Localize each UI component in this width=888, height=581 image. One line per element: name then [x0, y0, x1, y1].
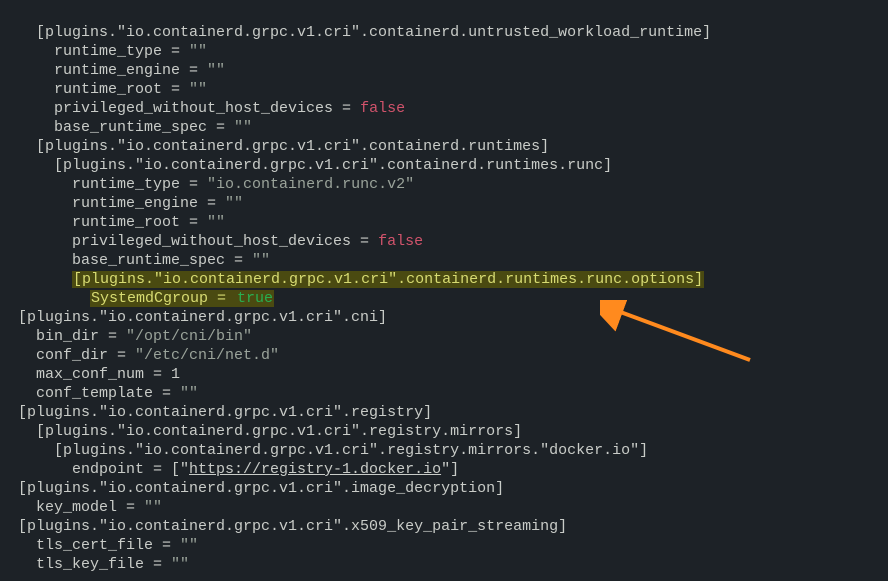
- code-value: "": [180, 385, 198, 402]
- code-value: "/etc/cni/net.d": [135, 347, 279, 364]
- code-line: runtime_root =: [0, 81, 189, 98]
- code-line: "]: [441, 461, 459, 478]
- endpoint-url: https://registry-1.docker.io: [189, 461, 441, 478]
- code-line: runtime_type =: [0, 43, 189, 60]
- code-value: 1: [171, 366, 180, 383]
- code-value: "": [144, 499, 162, 516]
- code-line: privileged_without_host_devices =: [0, 100, 360, 117]
- code-value-false: false: [378, 233, 423, 250]
- code-line: base_runtime_spec =: [0, 252, 252, 269]
- code-line: conf_dir =: [0, 347, 135, 364]
- code-value: "": [225, 195, 243, 212]
- code-value-false: false: [360, 100, 405, 117]
- code-value: "": [234, 119, 252, 136]
- code-value: "": [180, 537, 198, 554]
- code-line: base_runtime_spec =: [0, 119, 234, 136]
- code-line: tls_cert_file =: [0, 537, 180, 554]
- code-indent: [0, 271, 72, 288]
- code-line: runtime_engine =: [0, 62, 207, 79]
- code-value: "/opt/cni/bin": [126, 328, 252, 345]
- code-value: "io.containerd.runc.v2": [207, 176, 414, 193]
- code-line: [plugins."io.containerd.grpc.v1.cri".reg…: [0, 423, 522, 440]
- code-value: "": [171, 556, 189, 573]
- code-value: "": [189, 43, 207, 60]
- code-line: privileged_without_host_devices =: [0, 233, 378, 250]
- code-line: [plugins."io.containerd.grpc.v1.cri".ima…: [0, 480, 504, 497]
- code-value: "": [252, 252, 270, 269]
- code-line: [plugins."io.containerd.grpc.v1.cri".cni…: [0, 309, 387, 326]
- code-indent: [0, 290, 90, 307]
- highlighted-config-true: true: [236, 290, 274, 307]
- code-line: tls_key_file =: [0, 556, 171, 573]
- code-line: [plugins."io.containerd.grpc.v1.cri".con…: [0, 157, 612, 174]
- code-line: bin_dir =: [0, 328, 126, 345]
- code-line: runtime_root =: [0, 214, 207, 231]
- code-line: endpoint = [": [0, 461, 189, 478]
- code-line: [plugins."io.containerd.grpc.v1.cri".con…: [0, 24, 711, 41]
- code-line: [plugins."io.containerd.grpc.v1.cri".reg…: [0, 404, 432, 421]
- highlighted-config-key: SystemdCgroup =: [90, 290, 236, 307]
- code-line: max_conf_num =: [0, 366, 171, 383]
- code-line: runtime_type =: [0, 176, 207, 193]
- code-value: "": [207, 62, 225, 79]
- code-value: "": [189, 81, 207, 98]
- code-line: key_model =: [0, 499, 144, 516]
- code-line: [plugins."io.containerd.grpc.v1.cri".reg…: [0, 442, 648, 459]
- code-line: [plugins."io.containerd.grpc.v1.cri".x50…: [0, 518, 567, 535]
- annotation-arrow-icon: [600, 300, 760, 370]
- code-line: [plugins."io.containerd.grpc.v1.cri".con…: [0, 138, 549, 155]
- code-line: conf_template =: [0, 385, 180, 402]
- config-code-block[interactable]: [plugins."io.containerd.grpc.v1.cri".con…: [0, 0, 888, 581]
- code-value: "": [207, 214, 225, 231]
- highlighted-config-section: [plugins."io.containerd.grpc.v1.cri".con…: [72, 271, 704, 288]
- code-line: runtime_engine =: [0, 195, 225, 212]
